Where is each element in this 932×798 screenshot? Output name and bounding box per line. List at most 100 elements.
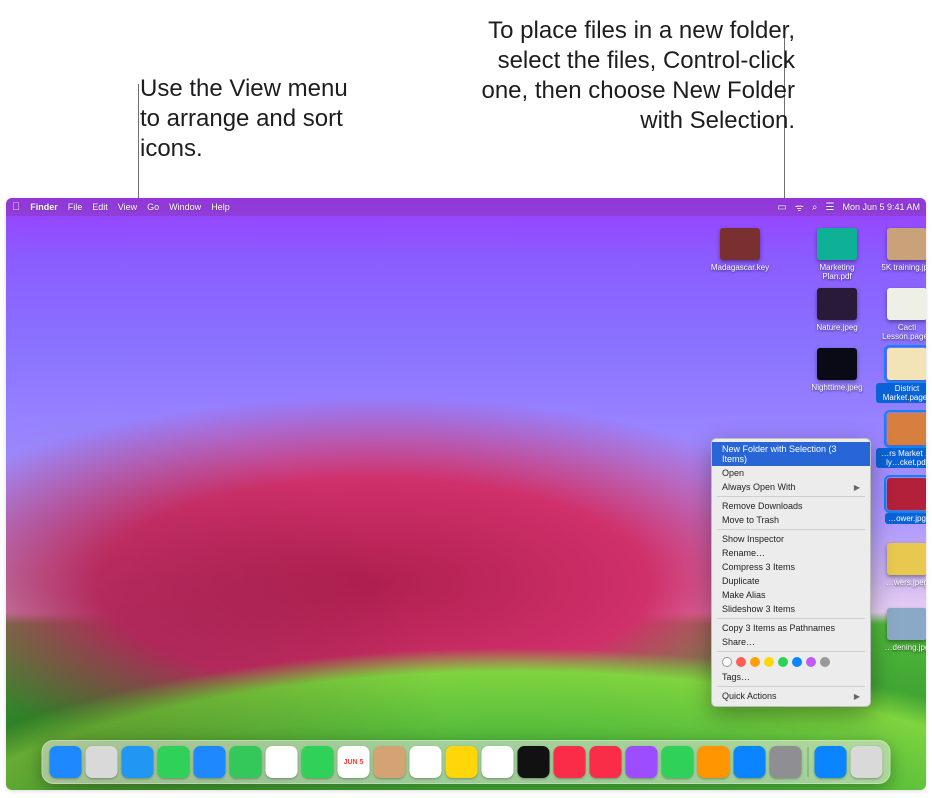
- context-menu-item[interactable]: Always Open With▶: [712, 480, 870, 494]
- dock-app-facetime[interactable]: [302, 746, 334, 778]
- context-menu-item-label: Rename…: [722, 548, 765, 558]
- dock-app-maps[interactable]: [230, 746, 262, 778]
- dock-divider: [808, 747, 809, 777]
- tag-color-dot[interactable]: [820, 657, 830, 667]
- dock-app-music[interactable]: [554, 746, 586, 778]
- dock-app-reminders[interactable]: [410, 746, 442, 778]
- context-menu-item[interactable]: Rename…: [712, 546, 870, 560]
- context-menu-item-label: Quick Actions: [722, 691, 777, 701]
- file-thumbnail: [887, 413, 926, 445]
- tag-color-dot[interactable]: [764, 657, 774, 667]
- wifi-icon[interactable]: ᯤ: [795, 200, 804, 214]
- file-thumbnail: [887, 228, 926, 260]
- menubar-right: ▭ ᯤ ⌕ ☰ Mon Jun 5 9:41 AM: [777, 200, 920, 214]
- dock-app-freeform[interactable]: [482, 746, 514, 778]
- dock-app-trash[interactable]: [851, 746, 883, 778]
- dock-app-appstore[interactable]: [734, 746, 766, 778]
- file-thumbnail: [817, 228, 857, 260]
- dock-app-photos[interactable]: [266, 746, 298, 778]
- desktop-file-icon[interactable]: …wers.jpeg: [876, 543, 926, 587]
- file-label: Marketing Plan.pdf: [806, 263, 868, 281]
- dock-app-pages[interactable]: [698, 746, 730, 778]
- context-menu-item-quick-actions[interactable]: Quick Actions▶: [712, 689, 870, 703]
- context-menu-item[interactable]: New Folder with Selection (3 Items): [712, 442, 870, 466]
- apple-menu-icon[interactable]: : [12, 201, 20, 213]
- tag-color-dot[interactable]: [792, 657, 802, 667]
- context-menu-item[interactable]: Remove Downloads: [712, 499, 870, 513]
- context-menu-item[interactable]: Duplicate: [712, 574, 870, 588]
- file-thumbnail: [720, 228, 760, 260]
- menu-edit[interactable]: Edit: [92, 202, 108, 212]
- menubar-datetime[interactable]: Mon Jun 5 9:41 AM: [842, 202, 920, 212]
- dock-app-launchpad[interactable]: [86, 746, 118, 778]
- context-menu-item-tags[interactable]: Tags…: [712, 670, 870, 684]
- dock-app-numbers[interactable]: [662, 746, 694, 778]
- menu-help[interactable]: Help: [211, 202, 230, 212]
- context-menu-item[interactable]: Compress 3 Items: [712, 560, 870, 574]
- file-label: …ower.jpg: [885, 513, 926, 524]
- context-menu-item-label: Move to Trash: [722, 515, 779, 525]
- dock-app-notes[interactable]: [446, 746, 478, 778]
- context-menu-item[interactable]: Make Alias: [712, 588, 870, 602]
- tag-color-dot[interactable]: [736, 657, 746, 667]
- dock-app-safari[interactable]: [122, 746, 154, 778]
- dock-app-settings[interactable]: [770, 746, 802, 778]
- file-thumbnail: [887, 478, 926, 510]
- battery-icon[interactable]: ▭: [777, 202, 786, 213]
- tag-color-dot[interactable]: [806, 657, 816, 667]
- spotlight-icon[interactable]: ⌕: [812, 202, 818, 213]
- menu-view[interactable]: View: [118, 202, 137, 212]
- context-menu-item[interactable]: Show Inspector: [712, 532, 870, 546]
- context-menu-item-label: Always Open With: [722, 482, 796, 492]
- menubar-app-name[interactable]: Finder: [30, 202, 58, 212]
- menu-separator: [717, 496, 865, 497]
- context-menu-item[interactable]: Open: [712, 466, 870, 480]
- tag-color-dot[interactable]: [750, 657, 760, 667]
- callout-new-folder: To place files in a new folder, select t…: [475, 16, 795, 136]
- control-center-icon[interactable]: ☰: [825, 202, 834, 213]
- context-menu[interactable]: New Folder with Selection (3 Items) Open A…: [711, 438, 871, 707]
- dock-app-messages[interactable]: [158, 746, 190, 778]
- dock-app-downloads[interactable]: [815, 746, 847, 778]
- context-menu-item-label: Show Inspector: [722, 534, 784, 544]
- dock-app-finder[interactable]: [50, 746, 82, 778]
- tag-color-dot[interactable]: [722, 657, 732, 667]
- desktop-file-icon[interactable]: District Market.pages: [876, 348, 926, 403]
- desktop-file-icon[interactable]: Nighttime.jpeg: [806, 348, 868, 392]
- desktop-file-icon[interactable]: Nature.jpeg: [806, 288, 868, 332]
- macos-desktop[interactable]:  Finder File Edit View Go Window Help ▭…: [6, 198, 926, 790]
- context-menu-item[interactable]: Share…: [712, 635, 870, 649]
- menu-go[interactable]: Go: [147, 202, 159, 212]
- tag-color-dot[interactable]: [778, 657, 788, 667]
- desktop-file-icon[interactable]: Madagascar.key: [709, 228, 771, 272]
- dock-app-tv[interactable]: [518, 746, 550, 778]
- desktop-file-icon[interactable]: …dening.jpg: [876, 608, 926, 652]
- dock-app-calendar[interactable]: JUN 5: [338, 746, 370, 778]
- context-menu-item-label: Compress 3 Items: [722, 562, 795, 572]
- file-label: Nighttime.jpeg: [811, 383, 862, 392]
- context-menu-item-label: Slideshow 3 Items: [722, 604, 795, 614]
- desktop-file-icon[interactable]: 5K training.jpg: [876, 228, 926, 272]
- desktop-file-icon[interactable]: Cacti Lesson.pages: [876, 288, 926, 341]
- menubar[interactable]:  Finder File Edit View Go Window Help ▭…: [6, 198, 926, 216]
- dock-app-mail[interactable]: [194, 746, 226, 778]
- file-thumbnail: [817, 348, 857, 380]
- context-menu-item-label: Share…: [722, 637, 755, 647]
- menu-file[interactable]: File: [68, 202, 83, 212]
- desktop-file-icon[interactable]: …ower.jpg: [876, 478, 926, 524]
- file-thumbnail: [887, 348, 926, 380]
- desktop-file-icon[interactable]: Marketing Plan.pdf: [806, 228, 868, 281]
- context-menu-item[interactable]: Move to Trash: [712, 513, 870, 527]
- tag-color-row: [712, 654, 870, 670]
- dock-app-contacts[interactable]: [374, 746, 406, 778]
- file-thumbnail: [887, 288, 926, 320]
- menu-separator: [717, 529, 865, 530]
- dock[interactable]: JUN 5: [42, 740, 891, 784]
- desktop-file-icon[interactable]: …rs Market …ly…cket.pdf: [876, 413, 926, 468]
- context-menu-item[interactable]: Copy 3 Items as Pathnames: [712, 621, 870, 635]
- context-menu-item-label: Open: [722, 468, 744, 478]
- context-menu-item[interactable]: Slideshow 3 Items: [712, 602, 870, 616]
- menu-window[interactable]: Window: [169, 202, 201, 212]
- dock-app-news[interactable]: [590, 746, 622, 778]
- dock-app-podcasts[interactable]: [626, 746, 658, 778]
